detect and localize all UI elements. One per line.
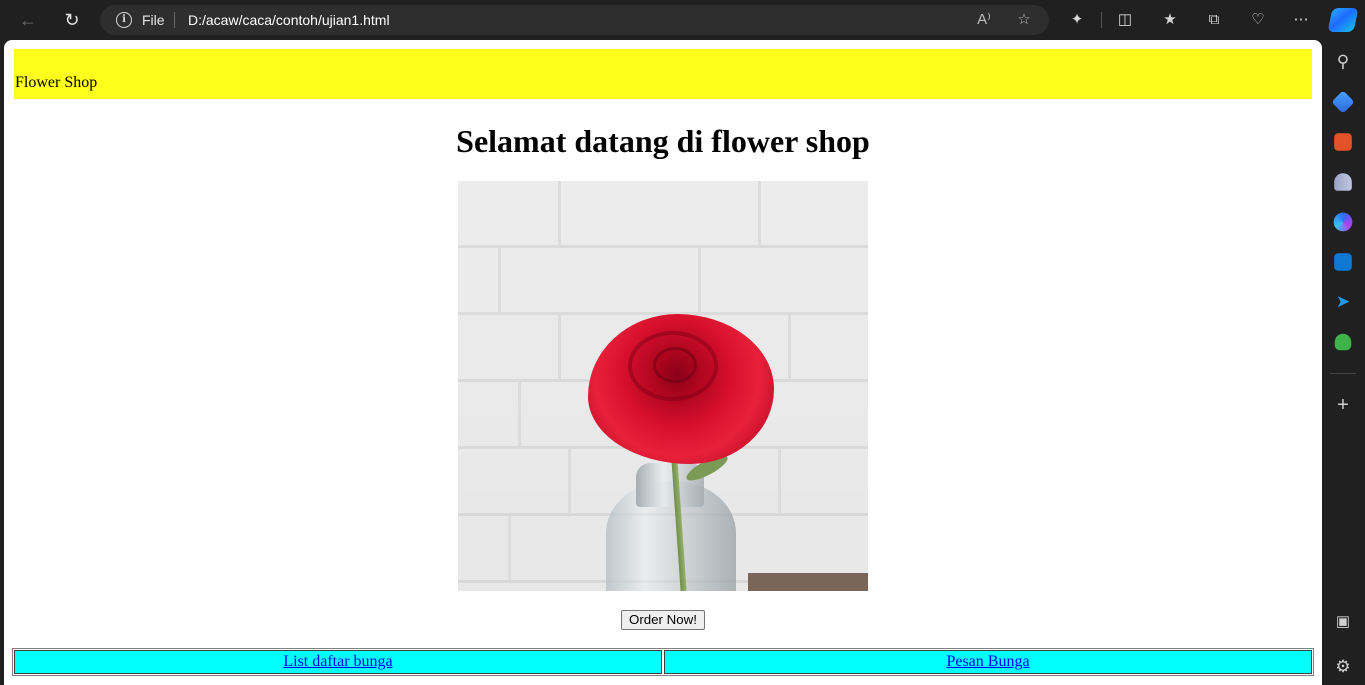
page-title: Selamat datang di flower shop [456,123,870,159]
collections-icon[interactable]: ⧉ [1204,10,1224,30]
address-scheme: File [142,12,165,28]
rose-image [458,181,868,591]
microsoft365-icon[interactable] [1333,212,1353,232]
screenshot-icon[interactable]: ▣ [1332,611,1354,633]
add-icon[interactable]: + [1332,394,1354,416]
list-daftar-bunga-link[interactable]: List daftar bunga [283,653,392,670]
address-url[interactable]: D:/acaw/caca/contoh/ujian1.html [188,12,390,28]
games-icon[interactable] [1334,173,1352,191]
browser-sidebar: ⚲ ➤ + ▣ ⚙ [1322,40,1365,685]
copilot-icon[interactable] [1327,8,1359,32]
nav-table: List daftar bunga Pesan Bunga [12,648,1314,676]
browser-essentials-icon[interactable]: ♡ [1248,10,1268,30]
nav-cell-list: List daftar bunga [14,650,662,674]
shopping-icon[interactable] [1331,90,1355,114]
tools-icon[interactable] [1334,133,1352,151]
address-separator [174,12,175,28]
nav-cell-pesan: Pesan Bunga [664,650,1312,674]
outlook-icon[interactable] [1334,253,1352,271]
browser-toolbar: ← ↻ i File D:/acaw/caca/contoh/ujian1.ht… [0,0,1365,40]
search-icon[interactable]: ⚲ [1332,51,1354,73]
site-header: Flower Shop [14,49,1312,99]
settings-icon[interactable]: ⚙ [1332,656,1354,678]
favorite-star-icon[interactable]: ☆ [1014,10,1034,30]
sidebar-separator [1330,373,1356,374]
address-bar[interactable]: i File D:/acaw/caca/contoh/ujian1.html A… [100,5,1049,35]
more-icon[interactable]: ⋯ [1291,10,1311,30]
back-icon[interactable]: ← [14,6,42,34]
pesan-bunga-link[interactable]: Pesan Bunga [946,653,1029,670]
split-screen-icon[interactable]: ◫ [1115,10,1135,30]
drop-icon[interactable]: ➤ [1332,291,1354,313]
extensions-icon[interactable]: ✦ [1067,10,1087,30]
read-aloud-icon[interactable]: A⁾ [974,10,994,30]
site-header-text: Flower Shop [15,74,98,91]
order-now-button[interactable]: Order Now! [621,610,705,630]
tree-icon[interactable] [1334,333,1352,351]
toolbar-separator [1101,12,1102,28]
refresh-icon[interactable]: ↻ [58,6,86,34]
favorites-icon[interactable]: ★ [1160,10,1180,30]
page-viewport: Flower Shop Selamat datang di flower sho… [4,40,1322,685]
info-icon[interactable]: i [116,12,132,28]
